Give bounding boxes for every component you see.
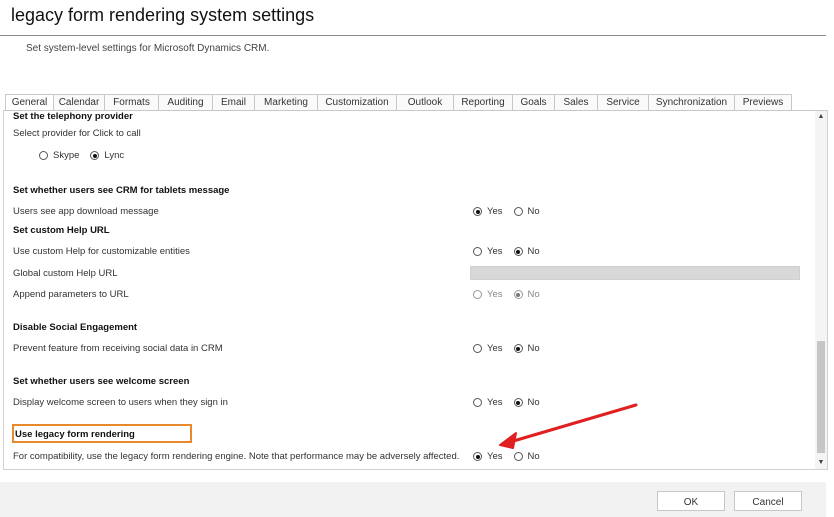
radio-label: Yes — [487, 246, 503, 257]
help-custom-option-no[interactable]: No — [513, 246, 540, 257]
tab-sales[interactable]: Sales — [554, 94, 598, 110]
tab-calendar[interactable]: Calendar — [53, 94, 105, 110]
social-heading: Disable Social Engagement — [13, 322, 138, 333]
radio-unchecked-icon — [39, 151, 48, 160]
telephony-radio-group: Skype Lync — [39, 150, 135, 161]
radio-label: Yes — [487, 451, 503, 462]
radio-label: Yes — [487, 397, 503, 408]
radio-checked-icon — [473, 452, 482, 461]
legacy-option-yes[interactable]: Yes — [473, 451, 503, 462]
tab-synchronization[interactable]: Synchronization — [648, 94, 735, 110]
radio-checked-icon — [513, 398, 523, 407]
tablets-heading: Set whether users see CRM for tablets me… — [13, 185, 230, 196]
settings-tabs: General Calendar Formats Auditing Email … — [5, 94, 792, 111]
radio-label: No — [527, 397, 540, 408]
ok-button[interactable]: OK — [657, 491, 725, 511]
radio-unchecked-icon — [473, 398, 482, 407]
social-option-yes[interactable]: Yes — [473, 343, 503, 354]
tab-service[interactable]: Service — [597, 94, 649, 110]
radio-unchecked-icon — [513, 452, 523, 461]
tab-general[interactable]: General — [5, 94, 54, 111]
tab-previews[interactable]: Previews — [734, 94, 792, 110]
title-divider — [0, 35, 826, 36]
radio-label: No — [527, 451, 540, 462]
radio-label: No — [527, 343, 540, 354]
help-append-radio-group: Yes No — [473, 289, 551, 300]
tab-outlook[interactable]: Outlook — [396, 94, 454, 110]
telephony-option-skype[interactable]: Skype — [39, 150, 79, 161]
radio-label: No — [527, 206, 540, 217]
general-settings-panel: Set the telephony provider Select provid… — [3, 110, 828, 470]
welcome-option-yes[interactable]: Yes — [473, 397, 503, 408]
radio-label: No — [527, 246, 540, 257]
tab-formats[interactable]: Formats — [104, 94, 159, 110]
tablets-option-no[interactable]: No — [513, 206, 540, 217]
legacy-radio-group: Yes No — [473, 451, 551, 462]
radio-checked-icon — [90, 151, 100, 160]
help-append-option-no[interactable]: No — [513, 289, 540, 300]
tablets-radio-group: Yes No — [473, 206, 551, 217]
page-title: legacy form rendering system settings — [11, 5, 315, 25]
tab-auditing[interactable]: Auditing — [158, 94, 213, 110]
social-option-no[interactable]: No — [513, 343, 540, 354]
scroll-up-arrow-icon[interactable]: ▲ — [815, 111, 827, 123]
radio-label: Yes — [487, 289, 503, 300]
scroll-down-arrow-icon[interactable]: ▼ — [815, 457, 827, 469]
legacy-heading: Use legacy form rendering — [15, 429, 135, 440]
help-custom-radio-group: Yes No — [473, 246, 551, 257]
panel-scrollbar[interactable]: ▲ ▼ — [815, 111, 827, 469]
help-append-label: Append parameters to URL — [13, 289, 129, 300]
cancel-button[interactable]: Cancel — [734, 491, 802, 511]
radio-label: Skype — [53, 150, 80, 161]
radio-label: Yes — [487, 343, 503, 354]
radio-unchecked-icon — [473, 344, 482, 353]
help-heading: Set custom Help URL — [13, 225, 110, 236]
tab-marketing[interactable]: Marketing — [254, 94, 318, 110]
social-label: Prevent feature from receiving social da… — [13, 343, 223, 354]
scroll-thumb[interactable] — [817, 341, 825, 453]
radio-label: Yes — [487, 206, 503, 217]
telephony-option-lync[interactable]: Lync — [90, 150, 124, 161]
tab-reporting[interactable]: Reporting — [453, 94, 513, 110]
tab-goals[interactable]: Goals — [512, 94, 555, 110]
telephony-heading: Set the telephony provider — [13, 111, 133, 122]
tab-customization[interactable]: Customization — [317, 94, 397, 110]
radio-unchecked-icon — [473, 247, 482, 256]
help-append-option-yes[interactable]: Yes — [473, 289, 503, 300]
radio-label: Lync — [104, 150, 125, 161]
legacy-option-no[interactable]: No — [513, 451, 540, 462]
legacy-label: For compatibility, use the legacy form r… — [13, 451, 460, 462]
help-url-input[interactable] — [470, 266, 800, 280]
radio-checked-icon — [513, 290, 523, 299]
radio-checked-icon — [513, 344, 523, 353]
welcome-heading: Set whether users see welcome screen — [13, 376, 190, 387]
radio-checked-icon — [473, 207, 482, 216]
radio-checked-icon — [513, 247, 523, 256]
radio-unchecked-icon — [473, 290, 482, 299]
welcome-radio-group: Yes No — [473, 397, 551, 408]
radio-unchecked-icon — [513, 207, 523, 216]
welcome-option-no[interactable]: No — [513, 397, 540, 408]
help-custom-option-yes[interactable]: Yes — [473, 246, 503, 257]
page-subtitle: Set system-level settings for Microsoft … — [26, 43, 270, 54]
tablets-option-yes[interactable]: Yes — [473, 206, 503, 217]
tablets-label: Users see app download message — [13, 206, 159, 217]
radio-label: No — [527, 289, 540, 300]
welcome-label: Display welcome screen to users when the… — [13, 397, 228, 408]
telephony-label: Select provider for Click to call — [13, 128, 141, 139]
help-url-label: Global custom Help URL — [13, 268, 118, 279]
help-custom-label: Use custom Help for customizable entitie… — [13, 246, 190, 257]
tab-email[interactable]: Email — [212, 94, 255, 110]
social-radio-group: Yes No — [473, 343, 551, 354]
